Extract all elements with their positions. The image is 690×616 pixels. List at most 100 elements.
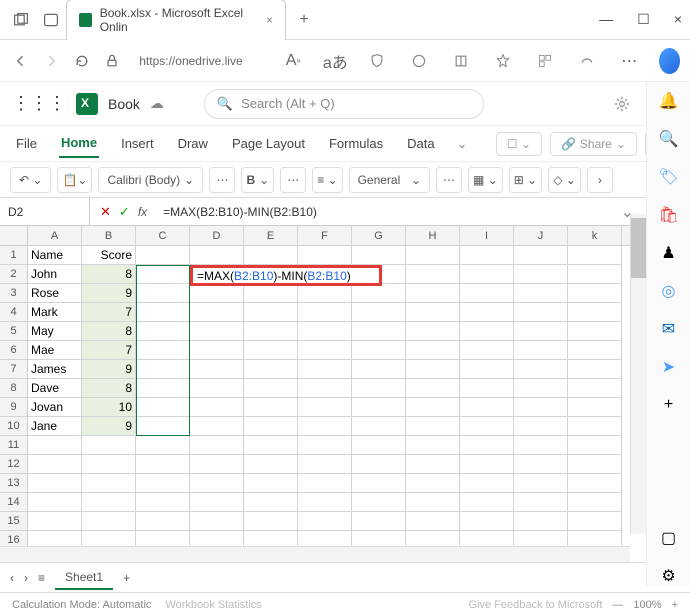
row-header[interactable]: 2 — [0, 265, 28, 284]
cell[interactable] — [460, 341, 514, 360]
cell[interactable]: 10 — [82, 398, 136, 417]
cell[interactable] — [244, 303, 298, 322]
cell[interactable] — [136, 417, 190, 436]
tab-formulas[interactable]: Formulas — [327, 130, 385, 157]
cell[interactable] — [514, 303, 568, 322]
cell[interactable] — [406, 512, 460, 531]
cell[interactable] — [244, 341, 298, 360]
cell[interactable] — [82, 531, 136, 546]
cell[interactable] — [460, 436, 514, 455]
cell[interactable] — [28, 512, 82, 531]
cell[interactable] — [460, 512, 514, 531]
cell[interactable] — [136, 455, 190, 474]
cell[interactable] — [136, 531, 190, 546]
spreadsheet-grid[interactable]: A B C D E F G H I J k 1NameScore2John83R… — [0, 226, 690, 546]
lock-icon[interactable] — [101, 47, 123, 75]
cell[interactable] — [28, 531, 82, 546]
tab-insert[interactable]: Insert — [119, 130, 156, 157]
cell[interactable] — [352, 341, 406, 360]
cell[interactable] — [352, 512, 406, 531]
cell[interactable] — [568, 531, 622, 546]
translate-icon[interactable]: aあ — [321, 47, 349, 75]
cell[interactable]: 9 — [82, 284, 136, 303]
row-header[interactable]: 12 — [0, 455, 28, 474]
toolbar-scroll-right[interactable]: › — [587, 167, 613, 193]
cell[interactable]: Mae — [28, 341, 82, 360]
cell[interactable] — [568, 341, 622, 360]
cell[interactable] — [514, 455, 568, 474]
cell[interactable]: Jovan — [28, 398, 82, 417]
cell[interactable] — [28, 455, 82, 474]
cell[interactable] — [514, 284, 568, 303]
search-box[interactable]: 🔍 Search (Alt + Q) — [204, 89, 484, 119]
active-cell-editor[interactable]: =MAX(B2:B10)-MIN(B2:B10) — [190, 265, 382, 286]
cell[interactable] — [298, 246, 352, 265]
cell[interactable] — [568, 379, 622, 398]
cell[interactable] — [244, 417, 298, 436]
row-header[interactable]: 6 — [0, 341, 28, 360]
cell[interactable] — [190, 398, 244, 417]
cell[interactable] — [514, 436, 568, 455]
cell[interactable] — [136, 322, 190, 341]
cell[interactable] — [460, 284, 514, 303]
cell[interactable]: Rose — [28, 284, 82, 303]
cell[interactable] — [82, 455, 136, 474]
chevron-down-icon[interactable]: ⌄ — [457, 136, 468, 152]
horizontal-scrollbar[interactable] — [0, 546, 630, 562]
cell[interactable]: Score — [82, 246, 136, 265]
sheet-next-button[interactable]: › — [24, 571, 28, 585]
cell[interactable] — [514, 512, 568, 531]
undo-button[interactable]: ↶ ⌄ — [10, 167, 51, 193]
number-format-select[interactable]: General ⌄ — [349, 167, 430, 193]
formula-input[interactable]: =MAX(B2:B10)-MIN(B2:B10) — [157, 205, 614, 219]
col-header[interactable]: A — [28, 226, 82, 245]
maximize-button[interactable]: ☐ — [637, 11, 650, 28]
col-header[interactable]: J — [514, 226, 568, 245]
cell[interactable] — [190, 360, 244, 379]
cell[interactable] — [460, 417, 514, 436]
col-header[interactable]: E — [244, 226, 298, 245]
cell[interactable] — [244, 398, 298, 417]
cell[interactable] — [136, 436, 190, 455]
zoom-out-button[interactable]: — — [612, 599, 623, 611]
cell[interactable] — [568, 398, 622, 417]
cell[interactable] — [298, 284, 352, 303]
cell[interactable] — [514, 360, 568, 379]
row-header[interactable]: 8 — [0, 379, 28, 398]
cell[interactable] — [298, 417, 352, 436]
cell[interactable] — [352, 398, 406, 417]
all-sheets-button[interactable]: ≡ — [38, 571, 45, 585]
row-header[interactable]: 7 — [0, 360, 28, 379]
cell[interactable] — [190, 284, 244, 303]
cell[interactable] — [244, 379, 298, 398]
cell[interactable] — [190, 246, 244, 265]
cell[interactable] — [28, 436, 82, 455]
cell[interactable] — [298, 322, 352, 341]
cell[interactable] — [514, 265, 568, 284]
cell[interactable] — [190, 379, 244, 398]
file-name[interactable]: Book — [108, 96, 140, 112]
workspaces-icon[interactable] — [42, 11, 60, 29]
rail-send-icon[interactable]: ➤ — [658, 356, 680, 378]
cell[interactable] — [190, 322, 244, 341]
cell[interactable] — [406, 531, 460, 546]
align-button[interactable]: ≡ ⌄ — [312, 167, 342, 193]
row-header[interactable]: 16 — [0, 531, 28, 546]
cell[interactable] — [460, 493, 514, 512]
cell[interactable] — [406, 341, 460, 360]
cell[interactable]: 9 — [82, 417, 136, 436]
cell[interactable] — [460, 303, 514, 322]
cell[interactable] — [244, 512, 298, 531]
cell[interactable] — [568, 322, 622, 341]
col-header[interactable]: H — [406, 226, 460, 245]
cell[interactable] — [568, 284, 622, 303]
tab-file[interactable]: File — [14, 130, 39, 157]
cell[interactable] — [514, 379, 568, 398]
cell[interactable] — [136, 493, 190, 512]
cell[interactable] — [190, 436, 244, 455]
cell[interactable]: 7 — [82, 303, 136, 322]
col-header[interactable]: D — [190, 226, 244, 245]
font-select[interactable]: Calibri (Body) ⌄ — [98, 167, 203, 193]
cell[interactable] — [406, 474, 460, 493]
cancel-formula-button[interactable]: ✕ — [100, 204, 111, 220]
